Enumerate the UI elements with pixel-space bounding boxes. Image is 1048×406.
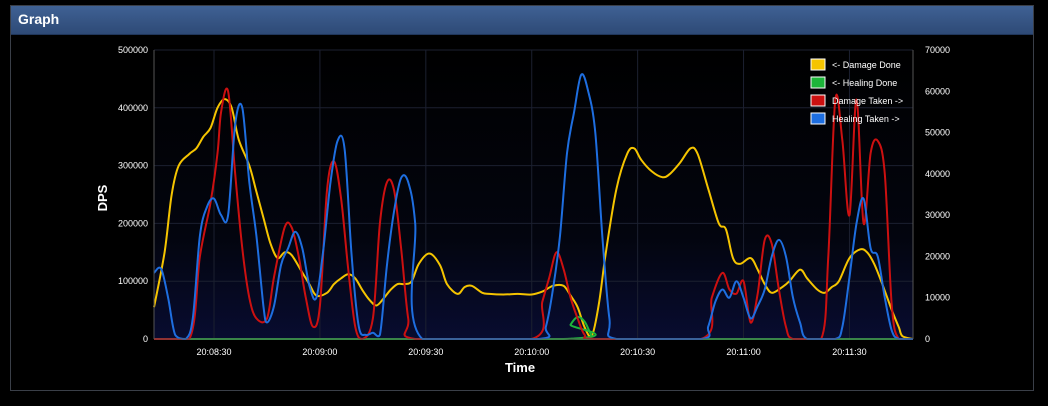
x-tick-label: 20:11:30 [832, 347, 866, 357]
legend-swatch [810, 76, 826, 89]
legend-label: Healing Taken -> [832, 114, 900, 124]
y-tick-label: 200000 [118, 218, 148, 228]
legend-label: Damage Taken -> [832, 96, 903, 106]
y2-tick-label: 60000 [925, 86, 950, 96]
y2-tick-label: 40000 [925, 169, 950, 179]
x-tick-label: 20:09:30 [408, 347, 443, 357]
x-tick-label: 20:08:30 [196, 347, 231, 357]
panel-title: Graph [18, 11, 60, 27]
y-tick-label: 300000 [118, 161, 148, 171]
y-tick-label: 100000 [118, 276, 148, 286]
panel-header: Graph [11, 6, 1033, 35]
x-tick-label: 20:10:30 [620, 347, 655, 357]
legend-swatch [810, 58, 826, 71]
x-tick-label: 20:10:00 [514, 347, 549, 357]
graph-panel: Graph 0 100000 200000 300000 400000 500000 0 10… [10, 5, 1034, 391]
y2-tick-label: 30000 [925, 210, 950, 220]
y-tick-label: 0 [143, 334, 148, 344]
legend-label: <- Damage Done [832, 60, 901, 70]
y2-tick-label: 20000 [925, 251, 950, 261]
legend-label: <- Healing Done [832, 78, 897, 88]
y2-tick-label: 10000 [925, 293, 950, 303]
x-tick-label: 20:09:00 [302, 347, 337, 357]
x-axis-label: Time [505, 360, 535, 375]
legend-swatch [810, 94, 826, 107]
y-tick-label: 500000 [118, 45, 148, 55]
y2-tick-label: 50000 [925, 128, 950, 138]
dps-line-chart: 0 100000 200000 300000 400000 500000 0 10000 200… [95, 45, 950, 375]
y2-tick-label: 0 [925, 334, 930, 344]
plot-area [154, 50, 913, 339]
x-tick-label: 20:11:00 [726, 347, 760, 357]
y-axis-label: DPS [95, 184, 110, 211]
y2-tick-label: 70000 [925, 45, 950, 55]
y-tick-label: 400000 [118, 103, 148, 113]
legend-swatch [810, 112, 826, 125]
